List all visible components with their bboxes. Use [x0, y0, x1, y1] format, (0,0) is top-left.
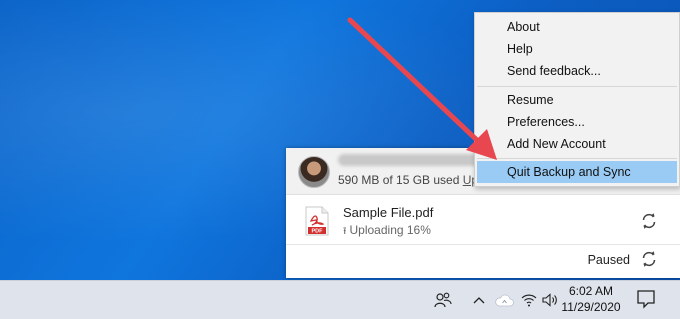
menu-item-resume[interactable]: Resume [475, 89, 679, 111]
wifi-icon[interactable] [519, 281, 539, 319]
menu-item-send-feedback[interactable]: Send feedback... [475, 60, 679, 82]
menu-item-help[interactable]: Help [475, 38, 679, 60]
storage-usage-text: 590 MB of 15 GB used [338, 173, 460, 187]
menu-item-preferences[interactable]: Preferences... [475, 111, 679, 133]
avatar[interactable] [298, 156, 330, 188]
chevron-up-icon[interactable] [470, 281, 488, 319]
sync-icon[interactable] [640, 212, 658, 230]
resume-sync-icon[interactable] [640, 250, 658, 268]
sync-status-text: Paused [587, 253, 630, 267]
file-list-item[interactable]: PDF Sample File.pdf ⭱ Uploading 16% [286, 198, 680, 245]
storage-usage: 590 MB of 15 GB used Up [338, 173, 478, 187]
pdf-file-icon: PDF [305, 206, 329, 236]
system-clock[interactable]: 6:02 AM 11/29/2020 [556, 283, 626, 315]
upload-status: ⭱ Uploading 16% [343, 223, 431, 241]
clock-date: 11/29/2020 [561, 300, 621, 314]
notification-icon[interactable] [636, 289, 656, 309]
menu-separator [477, 86, 677, 87]
upload-status-text: Uploading 16% [349, 223, 431, 237]
menu-item-about[interactable]: About [475, 16, 679, 38]
cloud-icon[interactable] [492, 281, 516, 319]
clock-time: 6:02 AM [568, 284, 614, 298]
people-icon[interactable] [432, 281, 454, 319]
account-email-blurred [338, 154, 488, 166]
taskbar: 6:02 AM 11/29/2020 [0, 280, 680, 319]
menu-item-add-new-account[interactable]: Add New Account [475, 133, 679, 155]
svg-text:PDF: PDF [312, 229, 324, 235]
menu-item-quit[interactable]: Quit Backup and Sync [477, 161, 677, 183]
menu-separator [477, 158, 677, 159]
context-menu: About Help Send feedback... Resume Prefe… [474, 12, 680, 187]
sync-status-row: Paused [286, 246, 680, 278]
upload-arrow-icon: ⭱ [343, 226, 347, 237]
file-name: Sample File.pdf [343, 205, 434, 220]
